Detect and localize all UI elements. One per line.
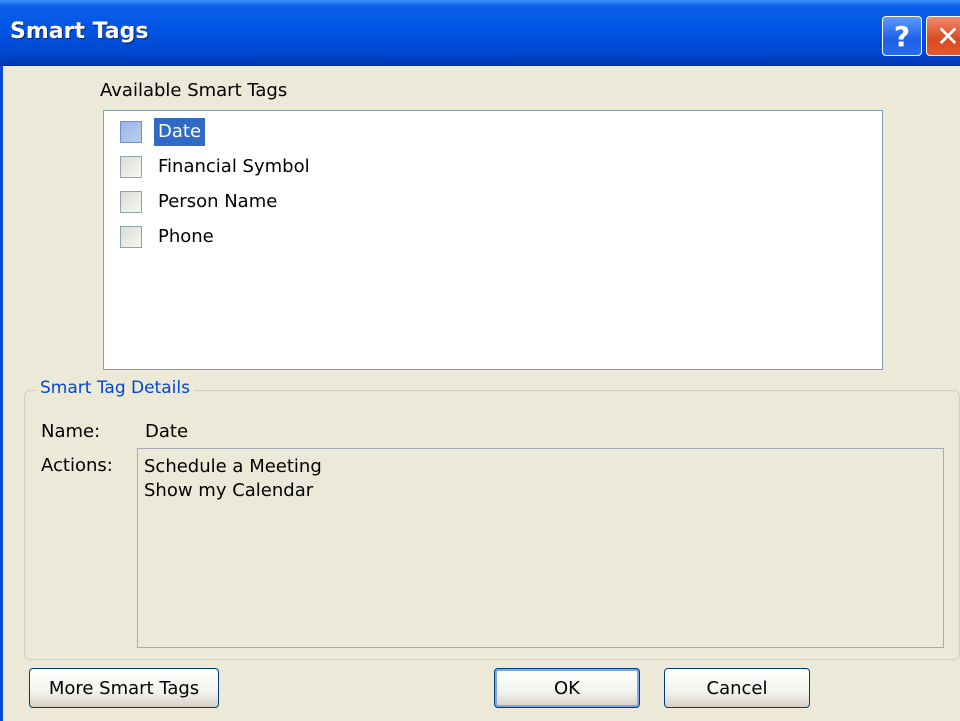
close-button[interactable]: ✕ xyxy=(926,16,960,56)
checkbox-phone[interactable] xyxy=(120,226,142,248)
window-title: Smart Tags xyxy=(10,19,149,44)
name-value: Date xyxy=(145,421,189,442)
list-item-label: Date xyxy=(154,118,206,146)
smart-tags-list[interactable]: Date Financial Symbol Person Name Phone xyxy=(103,110,883,370)
close-icon: ✕ xyxy=(936,19,960,53)
ok-button[interactable]: OK xyxy=(494,668,640,708)
list-item-financial-symbol[interactable]: Financial Symbol xyxy=(120,152,314,182)
list-item-label: Person Name xyxy=(158,191,278,212)
checkbox-date[interactable] xyxy=(120,121,142,143)
checkbox-financial-symbol[interactable] xyxy=(120,156,142,178)
title-bar[interactable]: Smart Tags ? ✕ xyxy=(0,0,960,66)
action-item-schedule-meeting[interactable]: Schedule a Meeting xyxy=(144,455,937,479)
help-icon: ? xyxy=(893,19,911,53)
help-button[interactable]: ? xyxy=(882,16,922,56)
list-item-label: Phone xyxy=(158,226,214,247)
name-label: Name: xyxy=(41,421,101,442)
more-smart-tags-button[interactable]: More Smart Tags xyxy=(29,668,219,708)
window-frame xyxy=(0,66,3,721)
checkbox-person-name[interactable] xyxy=(120,191,142,213)
available-smart-tags-label: Available Smart Tags xyxy=(100,80,288,101)
list-item-person-name[interactable]: Person Name xyxy=(120,187,281,217)
list-item-label: Financial Symbol xyxy=(158,156,310,177)
actions-label: Actions: xyxy=(41,455,113,476)
action-item-show-calendar[interactable]: Show my Calendar xyxy=(144,479,937,503)
cancel-button[interactable]: Cancel xyxy=(664,668,810,708)
list-item-date[interactable]: Date xyxy=(120,117,206,147)
actions-list[interactable]: Schedule a Meeting Show my Calendar xyxy=(137,448,944,648)
list-item-phone[interactable]: Phone xyxy=(120,222,218,252)
smart-tag-details-legend: Smart Tag Details xyxy=(36,378,194,398)
